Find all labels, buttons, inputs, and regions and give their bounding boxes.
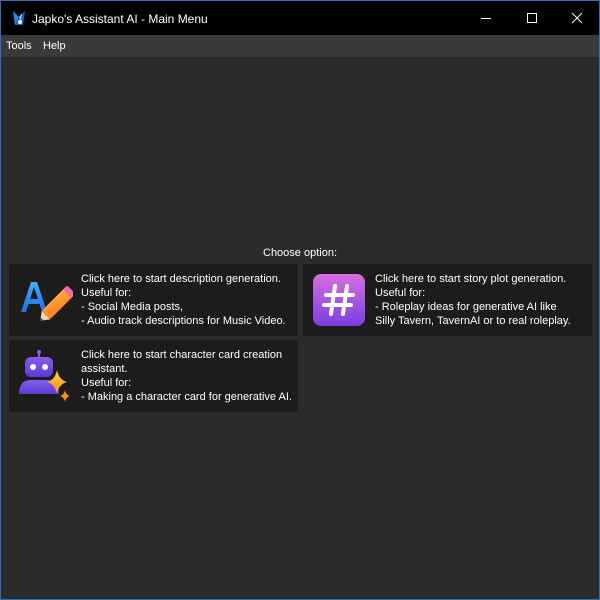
story-card-text: Click here to start story plot generatio… [375, 272, 589, 328]
app-window: Japko's Assistant AI - Main Menu Tools H… [0, 0, 600, 600]
card-text-line: - Audio track descriptions for Music Vid… [81, 315, 286, 327]
maximize-icon [527, 13, 537, 23]
text-pencil-icon [21, 282, 73, 321]
character-card-creation-card[interactable]: Click here to start character card creat… [9, 340, 298, 412]
hashtag-icon [313, 274, 365, 326]
card-text-line: - Roleplay ideas for generative AI like [375, 301, 557, 313]
window-title: Japko's Assistant AI - Main Menu [32, 12, 208, 26]
menu-tools[interactable]: Tools [6, 40, 32, 53]
story-plot-generation-card[interactable]: Click here to start story plot generatio… [303, 264, 592, 336]
card-text-line: Silly Tavern, TavernAI or to real rolepl… [375, 315, 571, 327]
title-bar[interactable]: Japko's Assistant AI - Main Menu [1, 1, 599, 35]
minimize-button[interactable] [463, 1, 509, 35]
minimize-icon [481, 18, 491, 19]
card-text-line: Click here to start story plot generatio… [375, 273, 567, 285]
card-text-line: Click here to start description generati… [81, 273, 281, 285]
description-card-text: Click here to start description generati… [81, 272, 295, 328]
app-logo-icon [13, 11, 25, 25]
character-card-text: Click here to start character card creat… [81, 348, 295, 404]
choose-option-label: Choose option: [263, 247, 337, 259]
card-text-line: Click here to start character card creat… [81, 349, 283, 361]
description-generation-card[interactable]: Click here to start description generati… [9, 264, 298, 336]
card-text-line: Useful for: [81, 377, 132, 389]
card-text-line: Useful for: [375, 287, 426, 299]
close-button[interactable] [554, 1, 599, 35]
close-icon [571, 12, 583, 24]
card-text-line: assistant. [81, 363, 128, 375]
menu-help[interactable]: Help [43, 40, 66, 53]
maximize-button[interactable] [509, 1, 555, 35]
card-text-line: - Making a character card for generative… [81, 391, 292, 403]
robot-sparkle-icon [19, 350, 70, 402]
card-text-line: - Social Media posts, [81, 301, 184, 313]
card-text-line: Useful for: [81, 287, 132, 299]
menu-bar: Tools Help [1, 35, 599, 57]
